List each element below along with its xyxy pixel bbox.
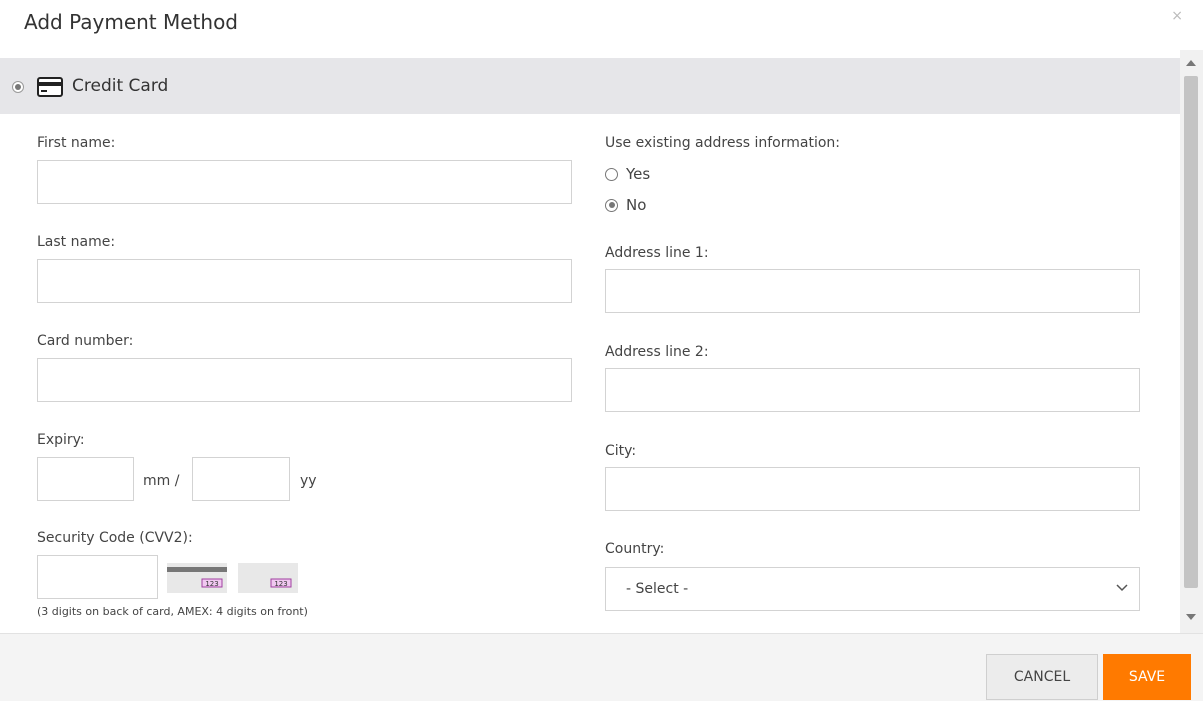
security-code-input[interactable] — [37, 555, 158, 599]
expiry-year-input[interactable] — [192, 457, 290, 501]
no-radio-label: No — [626, 196, 647, 214]
scroll-up-arrow-icon[interactable] — [1186, 60, 1196, 66]
scrollbar[interactable] — [1180, 50, 1203, 633]
first-name-label: First name: — [37, 135, 116, 151]
country-select-value: - Select - — [626, 581, 689, 597]
modal-header: Add Payment Method × — [0, 0, 1203, 50]
last-name-label: Last name: — [37, 234, 116, 250]
cvv-back-card-icon: 123 — [167, 563, 227, 593]
use-existing-no-option[interactable]: No — [605, 195, 646, 215]
address-line-2-label: Address line 2: — [605, 344, 709, 360]
scroll-down-arrow-icon[interactable] — [1186, 614, 1196, 620]
card-number-input[interactable] — [37, 358, 572, 402]
card-number-label: Card number: — [37, 333, 134, 349]
security-code-label: Security Code (CVV2): — [37, 530, 193, 546]
chevron-down-icon — [1116, 584, 1128, 592]
credit-card-icon — [37, 77, 63, 97]
address-line-1-label: Address line 1: — [605, 245, 709, 261]
svg-text:123: 123 — [274, 580, 287, 588]
close-icon[interactable]: × — [1171, 8, 1183, 24]
security-code-hint: (3 digits on back of card, AMEX: 4 digit… — [37, 605, 308, 618]
cancel-button[interactable]: CANCEL — [986, 654, 1098, 700]
yes-radio[interactable] — [605, 167, 618, 181]
modal-title: Add Payment Method — [24, 10, 239, 34]
payment-method-radio[interactable] — [12, 81, 24, 93]
payment-method-label: Credit Card — [72, 76, 169, 96]
last-name-input[interactable] — [37, 259, 572, 303]
expiry-month-unit: mm / — [143, 473, 180, 489]
address-line-2-input[interactable] — [605, 368, 1140, 412]
use-existing-yes-option[interactable]: Yes — [605, 164, 650, 184]
save-button[interactable]: SAVE — [1103, 654, 1191, 700]
city-input[interactable] — [605, 467, 1140, 511]
city-label: City: — [605, 443, 637, 459]
use-existing-address-label: Use existing address information: — [605, 135, 840, 151]
address-line-1-input[interactable] — [605, 269, 1140, 313]
expiry-label: Expiry: — [37, 432, 85, 448]
country-select[interactable]: - Select - — [605, 567, 1140, 611]
no-radio[interactable] — [605, 198, 618, 212]
yes-radio-label: Yes — [626, 165, 651, 183]
country-label: Country: — [605, 541, 665, 557]
expiry-year-unit: yy — [300, 473, 317, 489]
cvv-front-card-icon: 123 — [238, 563, 298, 593]
svg-text:123: 123 — [205, 580, 218, 588]
payment-method-credit-card[interactable] — [0, 58, 1180, 114]
expiry-month-input[interactable] — [37, 457, 134, 501]
first-name-input[interactable] — [37, 160, 572, 204]
scroll-thumb[interactable] — [1184, 76, 1198, 588]
